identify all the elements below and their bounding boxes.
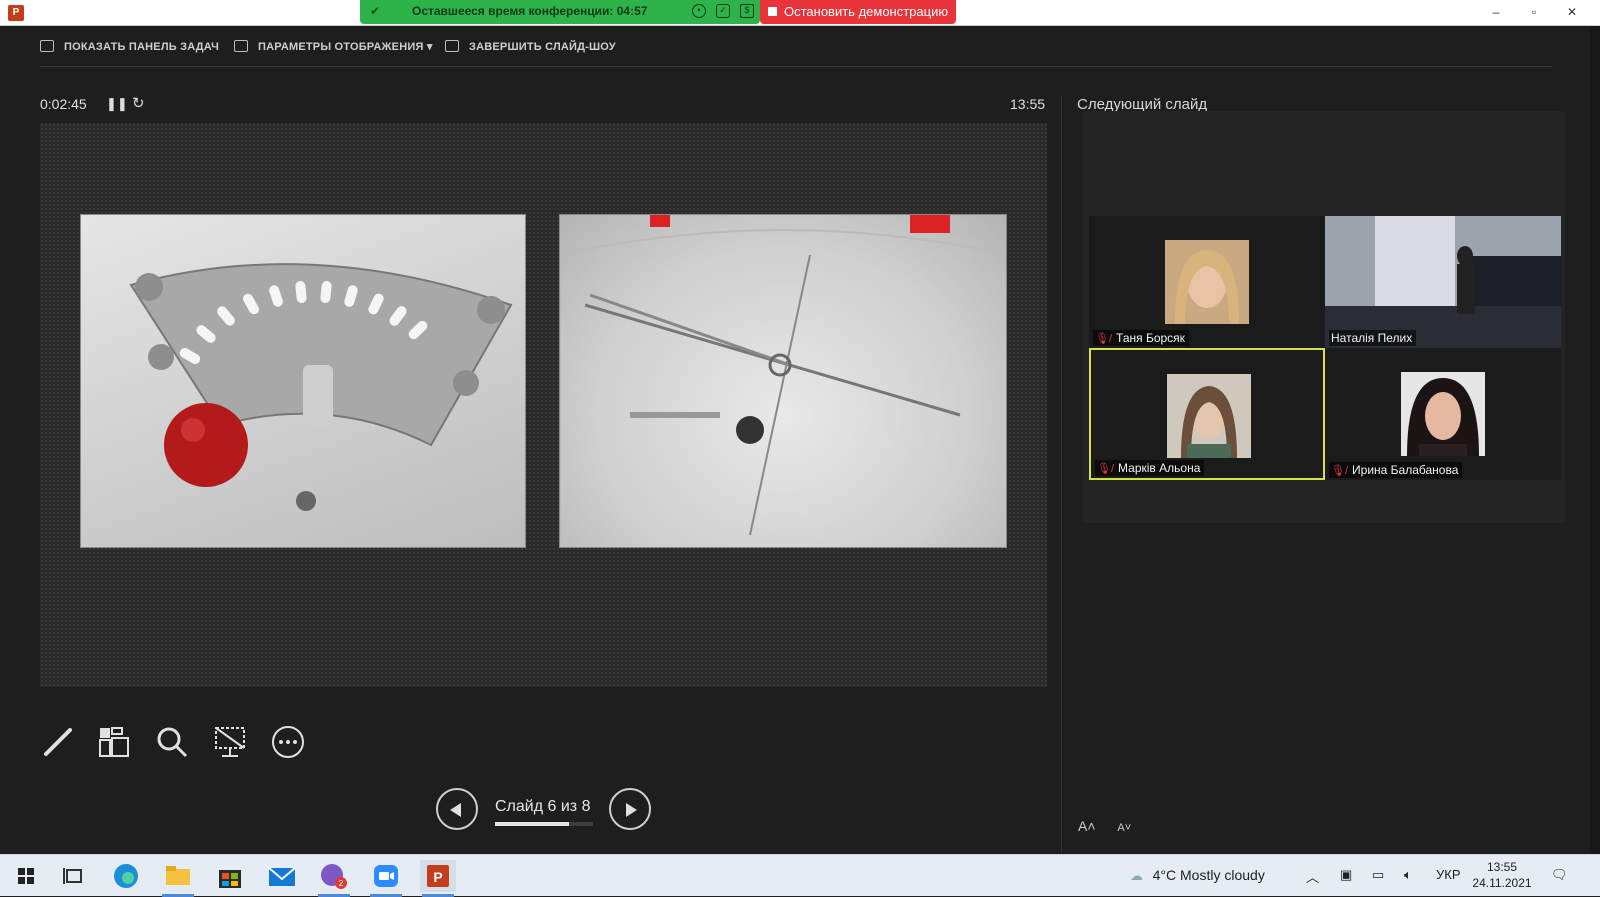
muted-mic-icon: 🎙︎/ xyxy=(1331,465,1349,477)
language-indicator[interactable]: УКР xyxy=(1436,867,1461,882)
display-settings-label: ПАРАМЕТРЫ ОТОБРАЖЕНИЯ ▾ xyxy=(258,41,433,53)
svg-text:P: P xyxy=(433,869,442,885)
network-icon[interactable]: ▭ xyxy=(1372,867,1384,883)
participant-video xyxy=(1325,216,1561,348)
slide-photo-dial xyxy=(80,214,526,548)
participant-name: Ирина Балабанова xyxy=(1352,463,1459,477)
presenter-toolbar: ПОКАЗАТЬ ПАНЕЛЬ ЗАДАЧ ПАРАМЕТРЫ ОТОБРАЖЕ… xyxy=(0,26,1560,68)
powerpoint-taskbar-icon[interactable]: P xyxy=(420,860,456,897)
dial-mechanism-image xyxy=(129,263,513,511)
taskbar-icon xyxy=(40,40,54,52)
container-stirrer-image xyxy=(560,215,1006,547)
divider xyxy=(40,66,1552,67)
edge-browser-icon[interactable] xyxy=(108,860,144,892)
next-slide-button[interactable] xyxy=(609,788,651,830)
font-size-controls: A˄ A˅ xyxy=(1078,818,1131,834)
leaf-icon: ✔ xyxy=(370,4,381,18)
reset-timer-icon[interactable]: ↻ xyxy=(132,94,145,112)
participant-tile[interactable]: 🎙︎/Ирина Балабанова xyxy=(1325,348,1561,480)
increase-font-icon[interactable]: A˄ xyxy=(1078,818,1096,834)
store-icon[interactable] xyxy=(212,860,248,892)
pane-divider[interactable] xyxy=(1061,96,1062,856)
participant-video xyxy=(1167,374,1251,458)
participant-video xyxy=(1401,372,1485,456)
show-hidden-icons-icon[interactable]: ︿ xyxy=(1306,867,1319,886)
volume-icon[interactable]: 🔈︎ xyxy=(1404,867,1412,883)
elapsed-timer: 0:02:45 xyxy=(40,96,87,112)
system-date: 24.11.2021 xyxy=(1472,876,1532,890)
notifications-icon[interactable]: 🗨︎ xyxy=(1551,867,1568,883)
arrow-right-icon xyxy=(626,803,637,817)
close-button[interactable]: ✕ xyxy=(1564,4,1580,20)
conference-timer-bar[interactable]: ✔ Оставшееся время конференции: 04:57 • … xyxy=(360,0,760,24)
end-slideshow-icon xyxy=(445,40,459,52)
previous-slide-button[interactable] xyxy=(436,788,478,830)
video-conference-panel[interactable]: 🎙︎/Таня Борсяк Наталія Пелих 🎙︎/Марків А… xyxy=(1083,111,1565,523)
participant-label: 🎙︎/Ирина Балабанова xyxy=(1329,462,1463,478)
window-edge xyxy=(1590,26,1600,854)
slide-progress-bar xyxy=(495,822,593,826)
participant-label: Наталія Пелих xyxy=(1329,330,1417,346)
weather-text: 4°C Mostly cloudy xyxy=(1152,867,1265,883)
participant-name: Наталія Пелих xyxy=(1331,331,1413,345)
shield-icon[interactable]: ✓ xyxy=(716,4,730,18)
current-slide[interactable] xyxy=(40,123,1047,687)
window-titlebar: P ✔ Оставшееся время конференции: 04:57 … xyxy=(0,0,1600,26)
conference-timer-text: Оставшееся время конференции: 04:57 xyxy=(412,4,648,18)
end-slideshow-button[interactable]: ЗАВЕРШИТЬ СЛАЙД-ШОУ xyxy=(445,40,616,53)
see-all-slides-icon[interactable] xyxy=(96,724,132,760)
presenter-view: ПОКАЗАТЬ ПАНЕЛЬ ЗАДАЧ ПАРАМЕТРЫ ОТОБРАЖЕ… xyxy=(0,26,1590,856)
participant-tile[interactable]: 🎙︎/Таня Борсяк xyxy=(1089,216,1325,348)
current-time: 13:55 xyxy=(1010,96,1046,112)
stop-demonstration-button[interactable]: Остановить демонстрацию xyxy=(760,0,956,24)
participant-label: 🎙︎/Таня Борсяк xyxy=(1093,330,1189,346)
system-clock[interactable]: 13:55 24.11.2021 xyxy=(1470,859,1534,891)
file-explorer-icon[interactable] xyxy=(160,860,196,897)
muted-mic-icon: 🎙︎/ xyxy=(1097,463,1115,475)
stop-icon xyxy=(768,7,777,16)
display-settings-button[interactable]: ПАРАМЕТРЫ ОТОБРАЖЕНИЯ ▾ xyxy=(234,40,433,53)
show-taskbar-button[interactable]: ПОКАЗАТЬ ПАНЕЛЬ ЗАДАЧ xyxy=(40,40,219,53)
black-screen-icon[interactable] xyxy=(212,724,248,760)
participant-tile[interactable]: Наталія Пелих xyxy=(1325,216,1561,348)
system-time: 13:55 xyxy=(1486,860,1518,874)
status-icon[interactable]: • xyxy=(692,4,706,18)
slide-photo-container xyxy=(559,214,1007,548)
display-settings-icon xyxy=(234,40,248,52)
participant-name: Марків Альона xyxy=(1118,461,1201,475)
meet-now-icon[interactable]: ▣ xyxy=(1340,867,1352,883)
mail-icon[interactable] xyxy=(264,860,300,892)
viber-icon[interactable]: 2 xyxy=(316,860,352,897)
more-options-icon[interactable] xyxy=(270,724,306,760)
participant-tile-active-speaker[interactable]: 🎙︎/Марків Альона xyxy=(1089,348,1325,480)
powerpoint-icon: P xyxy=(8,5,24,21)
stop-demonstration-label: Остановить демонстрацию xyxy=(784,4,949,19)
muted-mic-icon: 🎙︎/ xyxy=(1095,333,1113,345)
participant-video xyxy=(1165,240,1249,324)
slide-progress-fill xyxy=(495,822,569,826)
zoom-icon[interactable] xyxy=(154,724,190,760)
maximize-button[interactable]: ▫ xyxy=(1526,4,1542,20)
cloud-icon: ☁ xyxy=(1130,868,1143,883)
decrease-font-icon[interactable]: A˅ xyxy=(1117,822,1131,834)
dollar-icon[interactable]: $ xyxy=(740,4,754,18)
pause-icon[interactable]: ❚❚ xyxy=(106,96,128,112)
show-taskbar-label: ПОКАЗАТЬ ПАНЕЛЬ ЗАДАЧ xyxy=(64,41,220,53)
windows-taskbar: 2 P ☁ 4°C Mostly cloudy ︿ ▣ ▭ 🔈︎ УКР 13:… xyxy=(0,854,1600,897)
task-view-icon[interactable] xyxy=(56,860,92,892)
weather-widget[interactable]: ☁ 4°C Mostly cloudy xyxy=(1130,867,1265,884)
participant-name: Таня Борсяк xyxy=(1116,331,1185,345)
slide-counter[interactable]: Слайд 6 из 8 xyxy=(495,798,590,816)
windows-start-icon[interactable] xyxy=(8,860,44,892)
notification-badge: 2 xyxy=(339,879,344,888)
arrow-left-icon xyxy=(450,803,461,817)
pen-icon[interactable] xyxy=(40,724,76,760)
zoom-app-icon[interactable] xyxy=(368,860,404,897)
participant-label: 🎙︎/Марків Альона xyxy=(1095,460,1205,476)
minimize-button[interactable]: – xyxy=(1488,4,1504,20)
end-slideshow-label: ЗАВЕРШИТЬ СЛАЙД-ШОУ xyxy=(469,41,616,53)
